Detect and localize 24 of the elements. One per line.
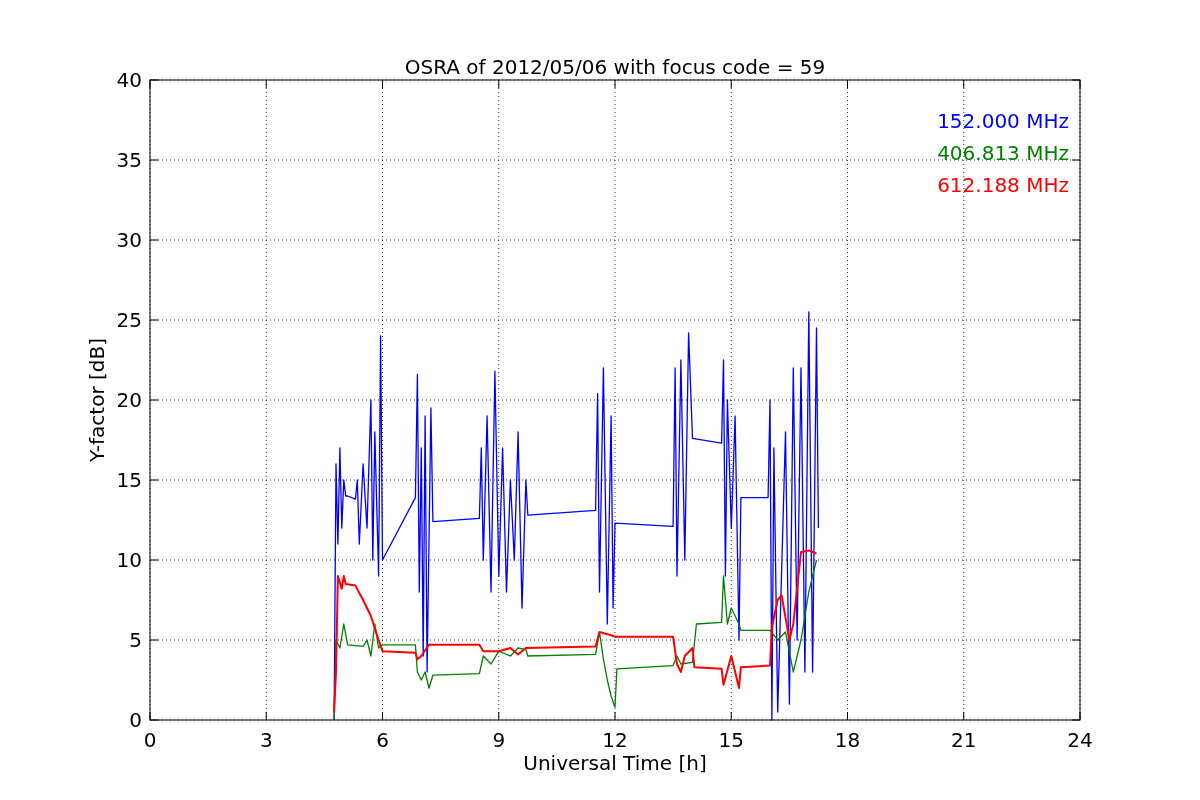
- y-tick-label: 5: [129, 628, 142, 652]
- legend-label: 612.188 MHz: [937, 173, 1069, 197]
- x-tick-label: 0: [143, 728, 157, 752]
- y-tick-label: 35: [116, 148, 142, 172]
- y-tick-label: 30: [116, 228, 142, 252]
- x-tick-label: 15: [718, 728, 744, 752]
- y-tick-label: 15: [116, 468, 142, 492]
- y-tick-label: 10: [116, 548, 142, 572]
- y-tick-label: 25: [116, 308, 142, 332]
- x-tick-label: 3: [259, 728, 273, 752]
- x-tick-label: 21: [951, 728, 977, 752]
- x-tick-label: 9: [492, 728, 506, 752]
- y-tick-label: 40: [116, 68, 142, 92]
- y-tick-label: 20: [116, 388, 142, 412]
- x-tick-label: 12: [602, 728, 628, 752]
- legend-label: 406.813 MHz: [937, 141, 1069, 165]
- x-axis-label: Universal Time [h]: [523, 751, 707, 775]
- y-axis-label: Y-factor [dB]: [85, 338, 109, 462]
- chart-title: OSRA of 2012/05/06 with focus code = 59: [404, 55, 826, 79]
- y-tick-label: 0: [129, 708, 142, 732]
- x-tick-label: 24: [1067, 728, 1093, 752]
- legend-label: 152.000 MHz: [937, 109, 1069, 133]
- x-tick-label: 18: [834, 728, 861, 752]
- x-tick-label: 6: [376, 728, 389, 752]
